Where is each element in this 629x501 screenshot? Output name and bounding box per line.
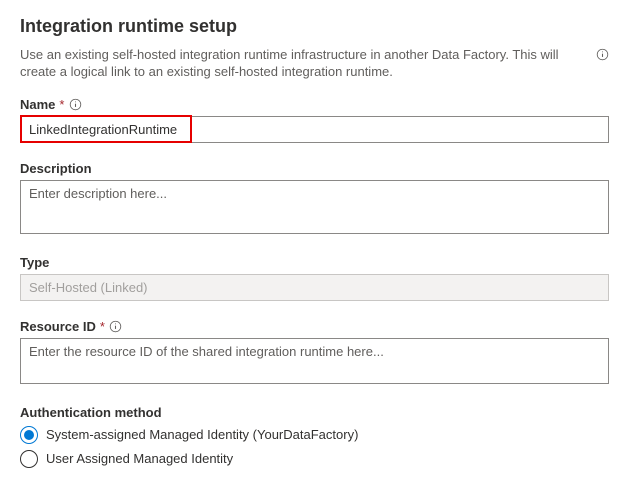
auth-method-label-text: Authentication method <box>20 405 162 420</box>
required-marker: * <box>59 97 64 112</box>
auth-method-label: Authentication method <box>20 405 609 420</box>
type-field: Type Self-Hosted (Linked) <box>20 255 609 301</box>
radio-icon <box>20 450 38 468</box>
radio-icon <box>20 426 38 444</box>
info-icon[interactable] <box>68 97 82 111</box>
type-value: Self-Hosted (Linked) <box>20 274 609 301</box>
description-label: Description <box>20 161 609 176</box>
type-label: Type <box>20 255 609 270</box>
auth-option-system[interactable]: System-assigned Managed Identity (YourDa… <box>20 426 609 444</box>
required-marker: * <box>100 319 105 334</box>
auth-method-field: Authentication method System-assigned Ma… <box>20 405 609 468</box>
auth-option-user[interactable]: User Assigned Managed Identity <box>20 450 609 468</box>
resource-id-label-text: Resource ID <box>20 319 96 334</box>
resource-id-label: Resource ID * <box>20 319 609 334</box>
type-label-text: Type <box>20 255 49 270</box>
description-input[interactable] <box>20 180 609 234</box>
auth-option-label: System-assigned Managed Identity (YourDa… <box>46 427 358 442</box>
resource-id-input[interactable] <box>20 338 609 384</box>
name-field: Name * <box>20 97 609 143</box>
intro-text: Use an existing self-hosted integration … <box>20 47 587 81</box>
info-icon[interactable] <box>109 319 123 333</box>
name-label: Name * <box>20 97 609 112</box>
description-label-text: Description <box>20 161 92 176</box>
resource-id-field: Resource ID * <box>20 319 609 387</box>
info-icon[interactable] <box>595 47 609 61</box>
page-title: Integration runtime setup <box>20 16 609 37</box>
description-field: Description <box>20 161 609 237</box>
auth-option-label: User Assigned Managed Identity <box>46 451 233 466</box>
name-input[interactable] <box>20 116 609 143</box>
name-label-text: Name <box>20 97 55 112</box>
